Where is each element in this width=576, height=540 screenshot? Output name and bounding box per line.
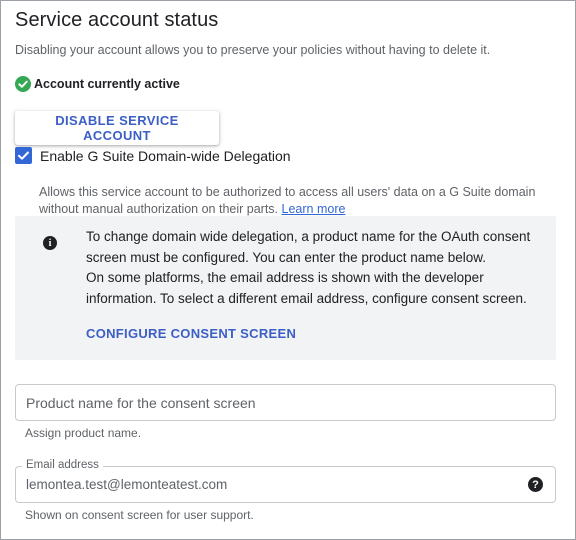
product-name-hint: Assign product name. (25, 426, 142, 440)
configure-consent-screen-button[interactable]: CONFIGURE CONSENT SCREEN (86, 326, 296, 341)
info-text: To change domain wide delegation, a prod… (86, 227, 546, 309)
account-status-label: Account currently active (34, 77, 180, 91)
help-icon[interactable]: ? (528, 477, 543, 492)
info-callout: i To change domain wide delegation, a pr… (15, 216, 556, 360)
product-name-input[interactable] (16, 385, 555, 420)
learn-more-link[interactable]: Learn more (282, 202, 346, 216)
email-address-field[interactable]: Email address ? (15, 459, 556, 503)
domain-delegation-checkbox-row[interactable]: Enable G Suite Domain-wide Delegation (15, 147, 291, 164)
info-icon: i (43, 236, 57, 250)
page-description: Disabling your account allows you to pre… (15, 43, 491, 57)
checkmark-icon (18, 151, 29, 160)
email-address-hint: Shown on consent screen for user support… (25, 508, 254, 522)
domain-delegation-label[interactable]: Enable G Suite Domain-wide Delegation (40, 148, 291, 164)
check-circle-icon (15, 76, 31, 92)
disable-service-account-button[interactable]: DISABLE SERVICE ACCOUNT (15, 111, 219, 145)
info-text-line1: To change domain wide delegation, a prod… (86, 229, 531, 265)
service-account-status-panel: Service account status Disabling your ac… (0, 0, 576, 540)
email-address-input[interactable] (16, 467, 516, 502)
info-text-line2: On some platforms, the email address is … (86, 270, 527, 306)
account-status: Account currently active (15, 76, 180, 92)
delegation-help-text: Allows this service account to be author… (39, 184, 559, 218)
page-title: Service account status (15, 9, 219, 31)
product-name-field[interactable] (15, 384, 556, 421)
domain-delegation-checkbox[interactable] (15, 147, 32, 164)
